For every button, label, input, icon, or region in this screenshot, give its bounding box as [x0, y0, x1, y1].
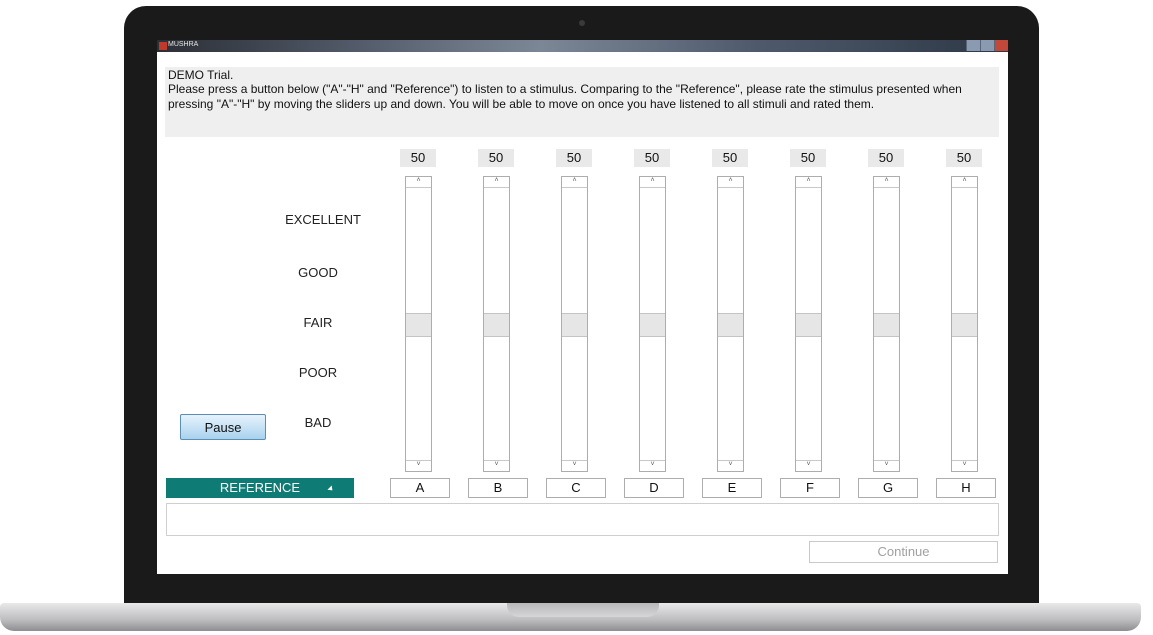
slider-down-arrow-icon[interactable]: ˅	[406, 460, 431, 471]
close-button[interactable]	[994, 40, 1008, 51]
maximize-button[interactable]	[980, 40, 994, 51]
stimulus-button-g[interactable]: G	[858, 478, 918, 498]
instructions-text: Please press a button below ("A"-"H" and…	[168, 82, 962, 111]
slider-down-arrow-icon[interactable]: ˅	[952, 460, 977, 471]
stimulus-button-f[interactable]: F	[780, 478, 840, 498]
slider-up-arrow-icon[interactable]: ˄	[484, 177, 509, 188]
slider-up-arrow-icon[interactable]: ˄	[406, 177, 431, 188]
slider-value-g: 50	[868, 149, 904, 167]
instructions-panel: DEMO Trial. Please press a button below …	[165, 67, 999, 137]
app-window: MUSHRA DEMO Trial. Please press a button…	[157, 40, 1008, 574]
slider-up-arrow-icon[interactable]: ˄	[874, 177, 899, 188]
slider-thumb[interactable]	[874, 313, 899, 337]
rating-slider-b[interactable]: ˄ ˅	[483, 176, 510, 472]
stimulus-button-a[interactable]: A	[390, 478, 450, 498]
pause-button[interactable]: Pause	[180, 414, 266, 440]
slider-down-arrow-icon[interactable]: ˅	[796, 460, 821, 471]
slider-up-arrow-icon[interactable]: ˄	[796, 177, 821, 188]
slider-up-arrow-icon[interactable]: ˄	[640, 177, 665, 188]
slider-down-arrow-icon[interactable]: ˅	[874, 460, 899, 471]
stimulus-button-h[interactable]: H	[936, 478, 996, 498]
slider-value-e: 50	[712, 149, 748, 167]
rating-slider-d[interactable]: ˄ ˅	[639, 176, 666, 472]
window-title: MUSHRA	[168, 41, 199, 48]
slider-down-arrow-icon[interactable]: ˅	[718, 460, 743, 471]
slider-down-arrow-icon[interactable]: ˅	[640, 460, 665, 471]
slider-down-arrow-icon[interactable]: ˅	[562, 460, 587, 471]
slider-thumb[interactable]	[796, 313, 821, 337]
slider-thumb[interactable]	[484, 313, 509, 337]
slider-value-h: 50	[946, 149, 982, 167]
status-box	[166, 503, 999, 536]
continue-button[interactable]: Continue	[809, 541, 998, 563]
window-controls	[966, 40, 1008, 51]
slider-value-f: 50	[790, 149, 826, 167]
laptop-notch	[507, 603, 659, 617]
slider-thumb[interactable]	[406, 313, 431, 337]
scale-label-excellent: EXCELLENT	[285, 212, 361, 227]
slider-down-arrow-icon[interactable]: ˅	[484, 460, 509, 471]
rating-slider-e[interactable]: ˄ ˅	[717, 176, 744, 472]
slider-value-a: 50	[400, 149, 436, 167]
stimulus-button-d[interactable]: D	[624, 478, 684, 498]
slider-up-arrow-icon[interactable]: ˄	[562, 177, 587, 188]
rating-slider-a[interactable]: ˄ ˅	[405, 176, 432, 472]
slider-value-d: 50	[634, 149, 670, 167]
trial-title: DEMO Trial.	[168, 68, 234, 82]
stimulus-button-e[interactable]: E	[702, 478, 762, 498]
app-icon	[159, 42, 167, 50]
rating-slider-h[interactable]: ˄ ˅	[951, 176, 978, 472]
slider-up-arrow-icon[interactable]: ˄	[718, 177, 743, 188]
stimulus-button-c[interactable]: C	[546, 478, 606, 498]
slider-value-b: 50	[478, 149, 514, 167]
slider-thumb[interactable]	[952, 313, 977, 337]
minimize-button[interactable]	[966, 40, 980, 51]
slider-thumb[interactable]	[562, 313, 587, 337]
stimulus-button-b[interactable]: B	[468, 478, 528, 498]
slider-value-c: 50	[556, 149, 592, 167]
scale-label-poor: POOR	[298, 365, 338, 380]
webcam	[579, 20, 585, 26]
scale-label-fair: FAIR	[303, 315, 333, 330]
window-titlebar: MUSHRA	[157, 40, 1008, 52]
rating-slider-f[interactable]: ˄ ˅	[795, 176, 822, 472]
scale-label-good: GOOD	[298, 265, 338, 280]
slider-thumb[interactable]	[718, 313, 743, 337]
reference-button[interactable]: REFERENCE	[166, 478, 354, 498]
rating-slider-g[interactable]: ˄ ˅	[873, 176, 900, 472]
slider-thumb[interactable]	[640, 313, 665, 337]
scale-label-bad: BAD	[304, 415, 332, 430]
rating-slider-c[interactable]: ˄ ˅	[561, 176, 588, 472]
slider-up-arrow-icon[interactable]: ˄	[952, 177, 977, 188]
